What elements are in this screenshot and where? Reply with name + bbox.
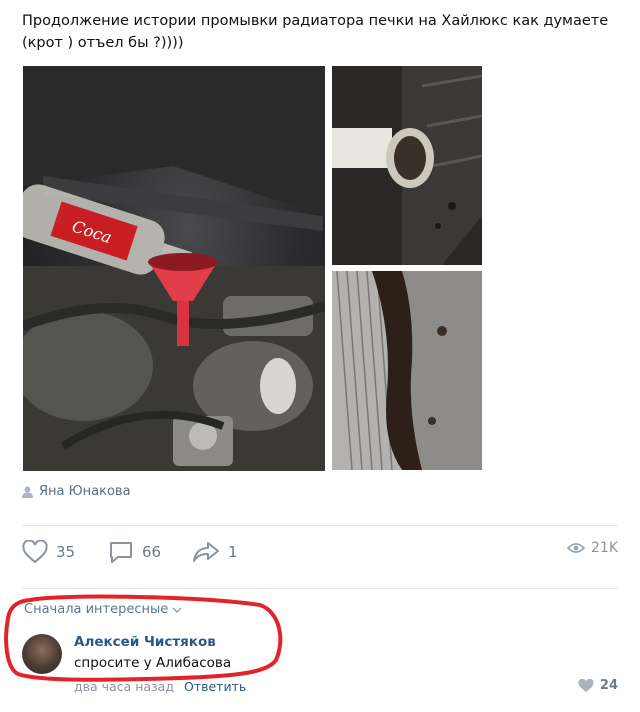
- reply-button[interactable]: Ответить: [184, 679, 246, 694]
- comment-button[interactable]: 66: [108, 540, 161, 564]
- heart-icon: [22, 540, 48, 564]
- post-photo-side-top[interactable]: [332, 66, 482, 265]
- post-author-name[interactable]: Яна Юнакова: [39, 484, 131, 499]
- divider: [22, 588, 618, 589]
- user-icon: [22, 486, 33, 498]
- post-photo-side-bottom[interactable]: [332, 271, 482, 470]
- like-button[interactable]: 35: [22, 540, 75, 564]
- comment-icon: [110, 542, 132, 563]
- comment-author[interactable]: Алексей Чистяков: [74, 634, 216, 650]
- radiator-photo: [332, 271, 482, 470]
- post-actions: 35 66 1 21K: [22, 540, 618, 570]
- post-text: Продолжение истории промывки радиатора п…: [22, 13, 609, 51]
- comments-sort-dropdown[interactable]: Сначала интересные: [24, 602, 182, 617]
- comment-item: Алексей Чистяков спросите у Алибасова дв…: [22, 628, 618, 698]
- sort-label: Сначала интересные: [24, 602, 169, 617]
- comment-meta: два часа назад Ответить: [74, 679, 246, 694]
- like-count: 35: [56, 543, 76, 561]
- share-button[interactable]: 1: [192, 540, 238, 564]
- comment-like-button[interactable]: 24: [578, 678, 618, 693]
- car-engine-photo: Coca: [23, 66, 325, 471]
- views-count: 21K: [591, 540, 618, 556]
- views-counter: 21K: [567, 540, 618, 556]
- share-icon: [193, 542, 219, 562]
- post-photo-main[interactable]: Coca: [23, 66, 325, 471]
- hose-dirt-photo: [332, 66, 482, 265]
- post-author[interactable]: Яна Юнакова: [22, 484, 131, 499]
- heart-icon: [578, 678, 594, 692]
- chevron-down-icon: [172, 607, 182, 613]
- divider: [22, 525, 618, 526]
- share-count: 1: [228, 543, 238, 561]
- avatar[interactable]: [22, 634, 62, 674]
- comment-like-count: 24: [599, 678, 618, 693]
- comment-count: 66: [142, 543, 162, 561]
- eye-icon: [567, 543, 585, 553]
- comment-time[interactable]: два часа назад: [74, 679, 174, 694]
- comment-text: спросите у Алибасова: [74, 655, 232, 671]
